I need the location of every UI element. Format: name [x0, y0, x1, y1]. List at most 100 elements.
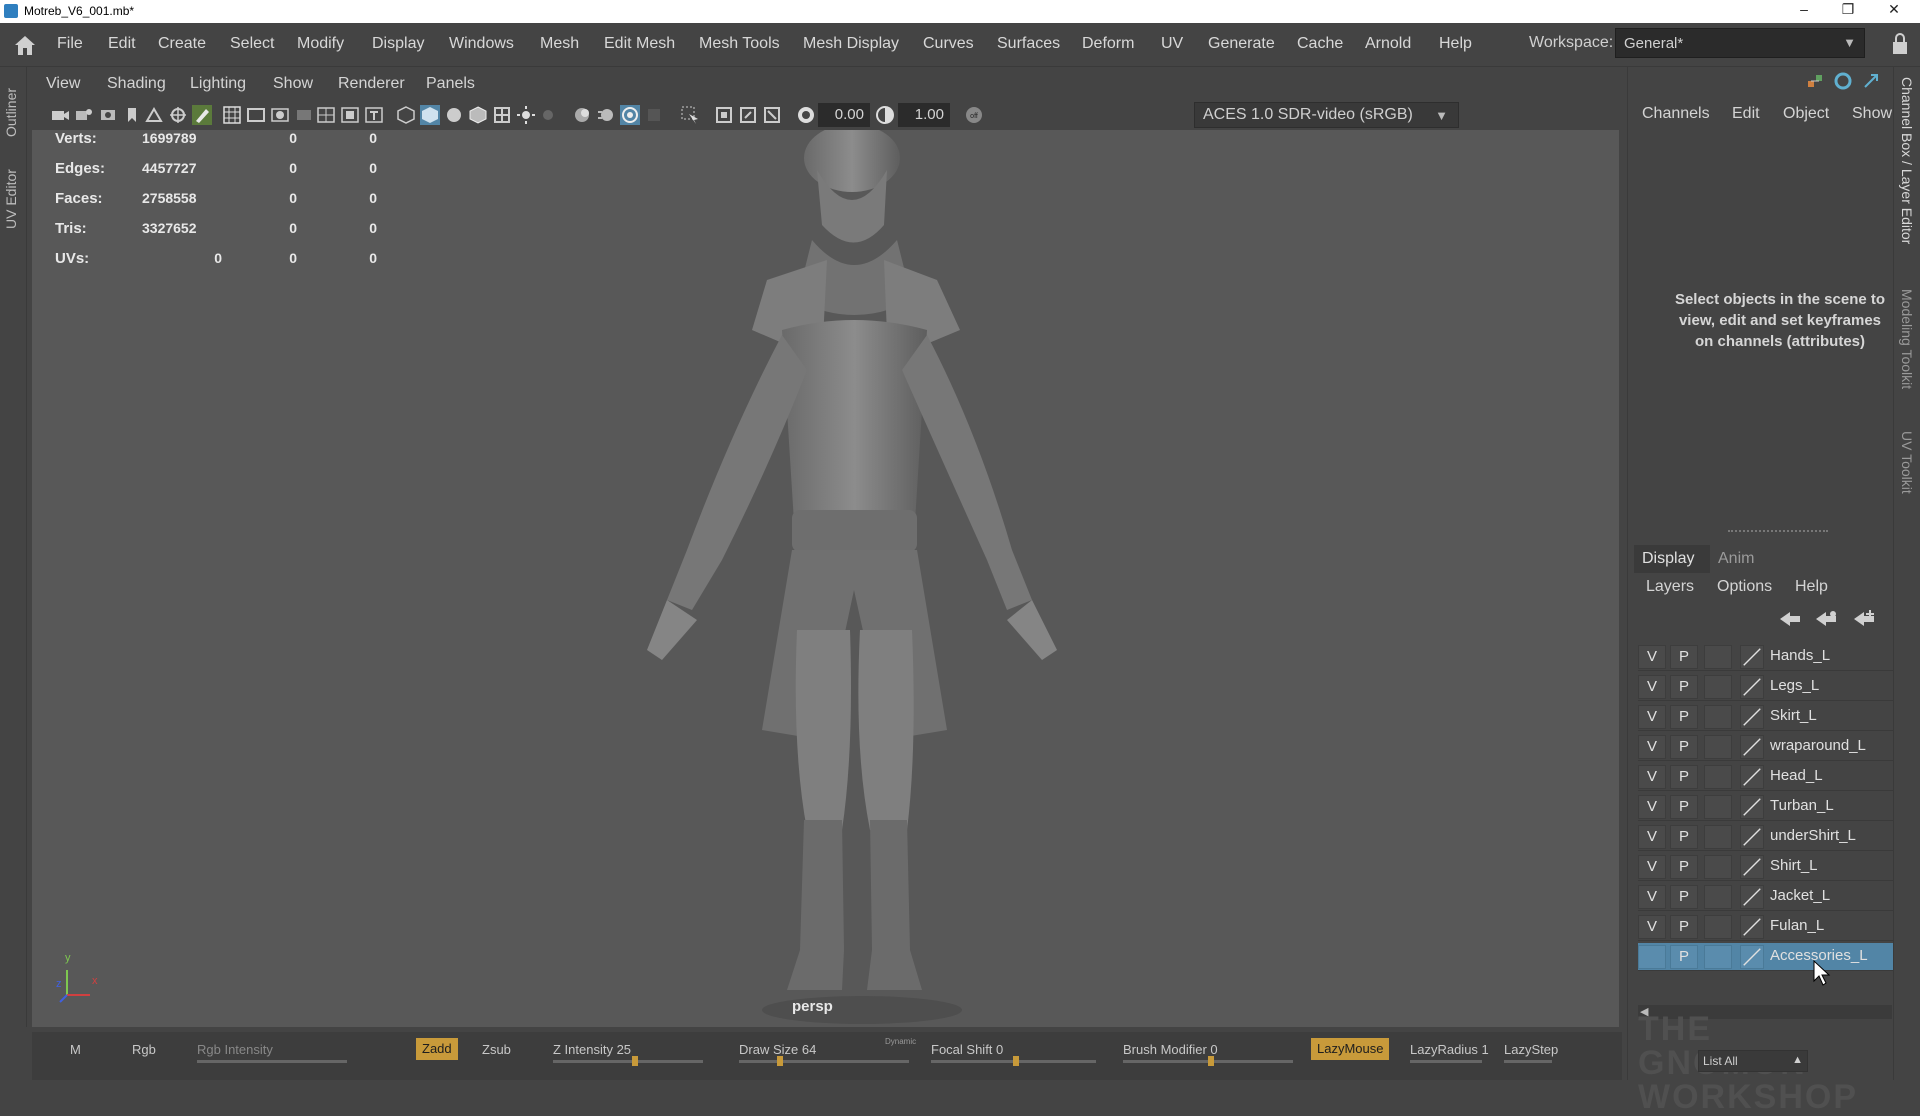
layer-display-type-toggle[interactable]	[1704, 675, 1732, 699]
channel-edit-menu[interactable]: Edit	[1732, 105, 1760, 123]
menu-mesh[interactable]: Mesh	[540, 35, 579, 53]
field-chart-icon[interactable]	[316, 105, 336, 125]
menu-deform[interactable]: Deform	[1082, 35, 1134, 53]
layer-display-type-toggle[interactable]	[1704, 885, 1732, 909]
layer-display-type-toggle[interactable]	[1704, 945, 1732, 969]
channel-object-menu[interactable]: Object	[1783, 105, 1829, 123]
layer-color-swatch[interactable]	[1740, 765, 1764, 789]
layer-display-type-toggle[interactable]	[1704, 795, 1732, 819]
view-transform-dropdown[interactable]: ACES 1.0 SDR-video (sRGB) ▼	[1194, 102, 1459, 128]
multisample-aa-icon[interactable]	[620, 105, 640, 125]
draw-size-slider[interactable]	[739, 1060, 909, 1063]
panel-menu-view[interactable]: View	[46, 75, 80, 93]
depth-of-field-icon[interactable]	[644, 105, 664, 125]
layer-playback-toggle[interactable]: P	[1670, 705, 1698, 729]
move-layer-up-icon[interactable]	[1778, 610, 1802, 628]
tool-settings-icon[interactable]	[1833, 71, 1853, 91]
layer-row[interactable]: V P Shirt_L	[1638, 853, 1894, 881]
channel-box-layer-editor-tab[interactable]: Channel Box / Layer Editor	[1899, 77, 1915, 244]
brush-modifier-knob[interactable]	[1208, 1056, 1214, 1066]
workspace-dropdown[interactable]: General* ▼	[1615, 28, 1865, 58]
layer-visibility-toggle[interactable]: V	[1638, 885, 1666, 909]
layer-row[interactable]: V P Hands_L	[1638, 643, 1894, 671]
layer-visibility-toggle[interactable]: V	[1638, 645, 1666, 669]
resolution-gate-icon[interactable]	[270, 105, 290, 125]
layer-color-swatch[interactable]	[1740, 915, 1764, 939]
menu-edit[interactable]: Edit	[108, 35, 136, 53]
lock-icon[interactable]	[1891, 32, 1909, 56]
close-button[interactable]: ✕	[1874, 1, 1914, 18]
z-intensity-knob[interactable]	[632, 1056, 638, 1066]
home-icon[interactable]	[13, 34, 37, 56]
panel-menu-panels[interactable]: Panels	[426, 75, 475, 93]
move-layer-down-icon[interactable]	[1814, 610, 1838, 628]
layer-row[interactable]: V P wraparound_L	[1638, 733, 1894, 761]
layer-playback-toggle[interactable]: P	[1670, 855, 1698, 879]
tab-anim[interactable]: Anim	[1718, 550, 1754, 568]
dynamic-label[interactable]: Dynamic	[885, 1037, 916, 1046]
layer-display-type-toggle[interactable]	[1704, 765, 1732, 789]
menu-create[interactable]: Create	[158, 35, 206, 53]
gamma-icon[interactable]	[875, 105, 895, 125]
layer-color-swatch[interactable]	[1740, 945, 1764, 969]
panel-menu-renderer[interactable]: Renderer	[338, 75, 405, 93]
bookmark-icon[interactable]	[122, 105, 142, 125]
layer-playback-toggle[interactable]: P	[1670, 795, 1698, 819]
menu-mesh-display[interactable]: Mesh Display	[803, 35, 899, 53]
layer-options-menu[interactable]: Options	[1717, 578, 1772, 596]
layer-color-swatch[interactable]	[1740, 795, 1764, 819]
focal-shift-knob[interactable]	[1013, 1056, 1019, 1066]
menu-edit-mesh[interactable]: Edit Mesh	[604, 35, 675, 53]
layer-playback-toggle[interactable]: P	[1670, 675, 1698, 699]
layer-row[interactable]: V P Skirt_L	[1638, 703, 1894, 731]
layer-row[interactable]: V P Jacket_L	[1638, 883, 1894, 911]
gamma-field[interactable]: 1.00	[898, 103, 950, 127]
layer-playback-toggle[interactable]: P	[1670, 735, 1698, 759]
channels-menu[interactable]: Channels	[1642, 105, 1710, 123]
smooth-shade-icon[interactable]	[420, 105, 440, 125]
xray-joints-icon[interactable]	[738, 105, 758, 125]
layer-playback-toggle[interactable]: P	[1670, 915, 1698, 939]
draw-size-knob[interactable]	[777, 1056, 783, 1066]
layer-row[interactable]: V P underShirt_L	[1638, 823, 1894, 851]
menu-arnold[interactable]: Arnold	[1365, 35, 1411, 53]
layer-display-type-toggle[interactable]	[1704, 855, 1732, 879]
layer-display-type-toggle[interactable]	[1704, 915, 1732, 939]
wireframe-on-shaded-icon[interactable]	[468, 105, 488, 125]
menu-surfaces[interactable]: Surfaces	[997, 35, 1060, 53]
lazystep-slider[interactable]	[1504, 1060, 1552, 1063]
layer-row[interactable]: V P Turban_L	[1638, 793, 1894, 821]
textured-icon[interactable]	[492, 105, 512, 125]
gate-mask-icon[interactable]	[294, 105, 314, 125]
xray-components-icon[interactable]	[762, 105, 782, 125]
camera-attributes-icon[interactable]	[74, 105, 94, 125]
menu-mesh-tools[interactable]: Mesh Tools	[699, 35, 780, 53]
maximize-button[interactable]: ❐	[1828, 1, 1868, 18]
panel-menu-show[interactable]: Show	[273, 75, 313, 93]
modeling-toolkit-tab[interactable]: Modeling Toolkit	[1899, 289, 1915, 389]
layer-color-swatch[interactable]	[1740, 705, 1764, 729]
layer-color-swatch[interactable]	[1740, 675, 1764, 699]
layer-visibility-toggle[interactable]: V	[1638, 855, 1666, 879]
lazyradius-slider[interactable]	[1410, 1060, 1482, 1063]
pan-zoom-icon[interactable]	[168, 105, 188, 125]
layer-color-swatch[interactable]	[1740, 825, 1764, 849]
zsub-button[interactable]: Zsub	[482, 1042, 511, 1057]
layer-playback-toggle[interactable]: P	[1670, 825, 1698, 849]
layer-visibility-toggle[interactable]: V	[1638, 915, 1666, 939]
layer-color-swatch[interactable]	[1740, 645, 1764, 669]
layer-visibility-toggle[interactable]	[1638, 945, 1666, 969]
screen-space-ao-icon[interactable]	[572, 105, 592, 125]
menu-display[interactable]: Display	[372, 35, 424, 53]
channel-show-menu[interactable]: Show	[1852, 105, 1892, 123]
bookmark-camera-icon[interactable]	[98, 105, 118, 125]
isolate-select-icon[interactable]	[680, 105, 700, 125]
layer-display-type-toggle[interactable]	[1704, 645, 1732, 669]
menu-curves[interactable]: Curves	[923, 35, 974, 53]
layer-color-swatch[interactable]	[1740, 885, 1764, 909]
layer-color-swatch[interactable]	[1740, 735, 1764, 759]
minimize-button[interactable]: –	[1784, 1, 1824, 17]
camera-icon[interactable]	[50, 105, 70, 125]
layer-playback-toggle[interactable]: P	[1670, 945, 1698, 969]
panel-splitter[interactable]	[1728, 530, 1828, 532]
